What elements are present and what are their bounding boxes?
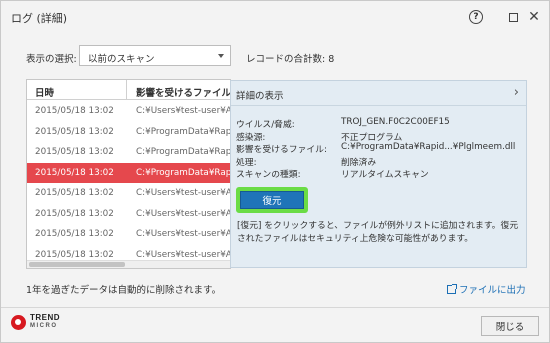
filter-label: 表示の選択: — [26, 54, 77, 65]
restore-button[interactable]: 復元 — [240, 191, 304, 209]
table-row[interactable]: 2015/05/18 13:02 C:¥ProgramData¥Rapid — [27, 142, 231, 163]
horizontal-scrollbar[interactable] — [27, 260, 230, 268]
row-date: 2015/05/18 13:02 — [35, 167, 114, 178]
row-date: 2015/05/18 13:02 — [35, 208, 114, 219]
logo-line-2: MICRO — [30, 323, 58, 329]
table-row[interactable]: 2015/05/18 13:02 C:¥ProgramData¥Rapid — [27, 162, 231, 183]
detail-field-value: リアルタイムスキャン — [341, 170, 429, 180]
filter-selected-value: 以前のスキャン — [88, 54, 155, 65]
help-icon: ? — [469, 10, 483, 24]
footer-divider — [1, 307, 549, 308]
help-button[interactable]: ? — [467, 8, 485, 26]
title-bar: ログ (詳細) ? ✕ — [1, 1, 549, 33]
table-row[interactable]: 2015/05/18 13:02 C:¥Users¥test-user¥App — [27, 101, 230, 122]
square-icon — [508, 12, 518, 22]
row-file: C:¥Users¥test-user¥App — [136, 106, 230, 116]
logo-line-1: TREND — [30, 313, 61, 322]
detail-panel: 詳細の表示 › ウイルス/脅威: TROJ_GEN.F0C2C00EF15 感染源:… — [230, 80, 527, 268]
table-body: 2015/05/18 13:02C:¥Users¥test-user¥App20… — [27, 101, 231, 265]
column-header-date[interactable]: 日時 — [35, 85, 54, 99]
row-date: 2015/05/18 13:02 — [35, 188, 114, 198]
detail-field-key: ウイルス/脅威: — [236, 120, 295, 130]
export-label: ファイルに出力 — [459, 285, 526, 296]
column-header-file[interactable]: 影響を受けるファイル — [136, 85, 230, 99]
row-date: 2015/05/18 13:02 — [35, 249, 114, 260]
detail-field-value: 不正プログラム — [341, 132, 403, 143]
export-to-file-link[interactable]: ファイルに出力 — [447, 282, 526, 296]
detail-field-key: 処理: — [236, 157, 257, 168]
row-file: C:¥ProgramData¥Rapid — [136, 147, 231, 157]
logo-icon — [11, 314, 26, 330]
detail-field-value: C:¥ProgramData¥Rapid...¥Plglmeem.dll — [341, 142, 516, 152]
retention-note: 1年を過ぎたデータは自動的に削除されます。 — [26, 285, 222, 296]
row-file: C:¥Users¥test-user¥App — [136, 188, 230, 198]
trend-micro-logo: TREND MICRO — [11, 314, 60, 330]
detail-field-value: 削除済み — [341, 157, 377, 168]
row-date: 2015/05/18 13:02 — [35, 126, 114, 137]
row-date: 2015/05/18 13:02 — [35, 147, 114, 157]
window-close-button[interactable]: ✕ — [525, 8, 543, 26]
restore-note: [復元] をクリックすると、ファイルが例外リストに追加されます。復元されたファイ… — [237, 221, 519, 244]
scrollbar-thumb[interactable] — [29, 262, 125, 267]
row-file: C:¥ProgramData¥Rapid — [136, 126, 231, 137]
table-row[interactable]: 2015/05/18 13:02 C:¥Users¥test-user¥App — [27, 183, 230, 204]
table-row[interactable]: 2015/05/18 13:02 C:¥Users¥test-user¥App — [27, 224, 230, 245]
detail-field-key: スキャンの種類: — [236, 170, 301, 180]
detail-header[interactable]: 詳細の表示 › — [231, 81, 526, 105]
column-divider[interactable] — [126, 80, 127, 100]
restore-highlight: 復元 — [236, 187, 308, 213]
detail-title: 詳細の表示 — [236, 91, 284, 102]
export-icon — [447, 284, 457, 294]
detail-field-value: TROJ_GEN.F0C2C00EF15 — [341, 117, 450, 127]
table-header: 日時 影響を受けるファイル — [27, 80, 230, 100]
minimize-button[interactable] — [504, 8, 522, 26]
chevron-right-icon[interactable]: › — [514, 85, 519, 100]
log-table: 日時 影響を受けるファイル 2015/05/18 13:02 C:¥Users¥t… — [26, 79, 231, 269]
log-detail-window: ログ (詳細) ? ✕ 表示の選択: 以前のスキャン レコードの合計数: 8 日… — [0, 0, 550, 343]
row-date: 2015/05/18 13:02 — [35, 229, 114, 239]
window-title: ログ (詳細) — [11, 12, 68, 25]
row-file: C:¥Users¥test-user¥App — [136, 208, 230, 219]
row-file: C:¥Users¥test-user¥App — [136, 249, 230, 260]
detail-field-key: 影響を受けるファイル: — [236, 145, 327, 155]
row-date: 2015/05/18 13:02 — [35, 106, 114, 116]
row-file: C:¥ProgramData¥Rapid — [136, 167, 231, 178]
filter-dropdown[interactable]: 以前のスキャン — [79, 45, 231, 66]
record-count: レコードの合計数: 8 — [246, 54, 335, 65]
row-file: C:¥Users¥test-user¥App — [136, 229, 230, 239]
divider — [231, 105, 526, 106]
table-row[interactable]: 2015/05/18 13:02 C:¥Users¥test-user¥App — [27, 204, 230, 225]
table-row[interactable]: 2015/05/18 13:02 C:¥ProgramData¥Rapid — [27, 122, 231, 143]
detail-field-key: 感染源: — [236, 132, 266, 143]
chevron-down-icon — [218, 54, 224, 58]
close-button[interactable]: 閉じる — [481, 316, 539, 336]
